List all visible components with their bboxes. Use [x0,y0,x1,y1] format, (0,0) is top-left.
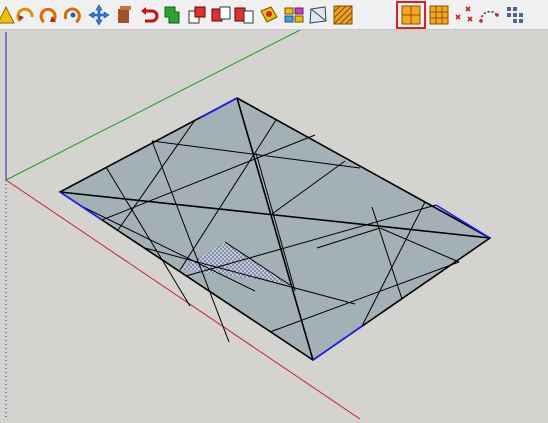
scale-tool-icon[interactable] [306,3,330,27]
grid-points-tool-icon[interactable] [503,3,527,27]
hatch-grid-tool-icon[interactable] [331,3,355,27]
quad-grid-tool-icon[interactable] [396,1,426,29]
dense-grid-tool-icon[interactable] [427,3,451,27]
paint-face-tool-icon[interactable] [257,3,281,27]
trim-tool-icon[interactable] [232,3,256,27]
scene-canvas [5,29,492,420]
intersect-tool-icon[interactable] [185,3,209,27]
model-viewport[interactable] [0,29,548,420]
move-tool-icon[interactable] [87,3,111,27]
green-shape-tool-icon[interactable] [160,3,184,27]
rotate-tool-icon[interactable] [14,3,38,27]
follow-me-tool-icon[interactable] [37,3,61,27]
undo-tool-icon[interactable] [137,3,161,27]
scatter-points-tool-icon[interactable] [452,3,476,27]
toolbar [0,0,548,30]
push-pull-tool-icon[interactable] [112,3,136,27]
orbit-tool-icon[interactable] [61,3,85,27]
arc-tool-icon[interactable] [477,3,501,27]
components-tool-icon[interactable] [282,3,306,27]
subtract-tool-icon[interactable] [209,3,233,27]
